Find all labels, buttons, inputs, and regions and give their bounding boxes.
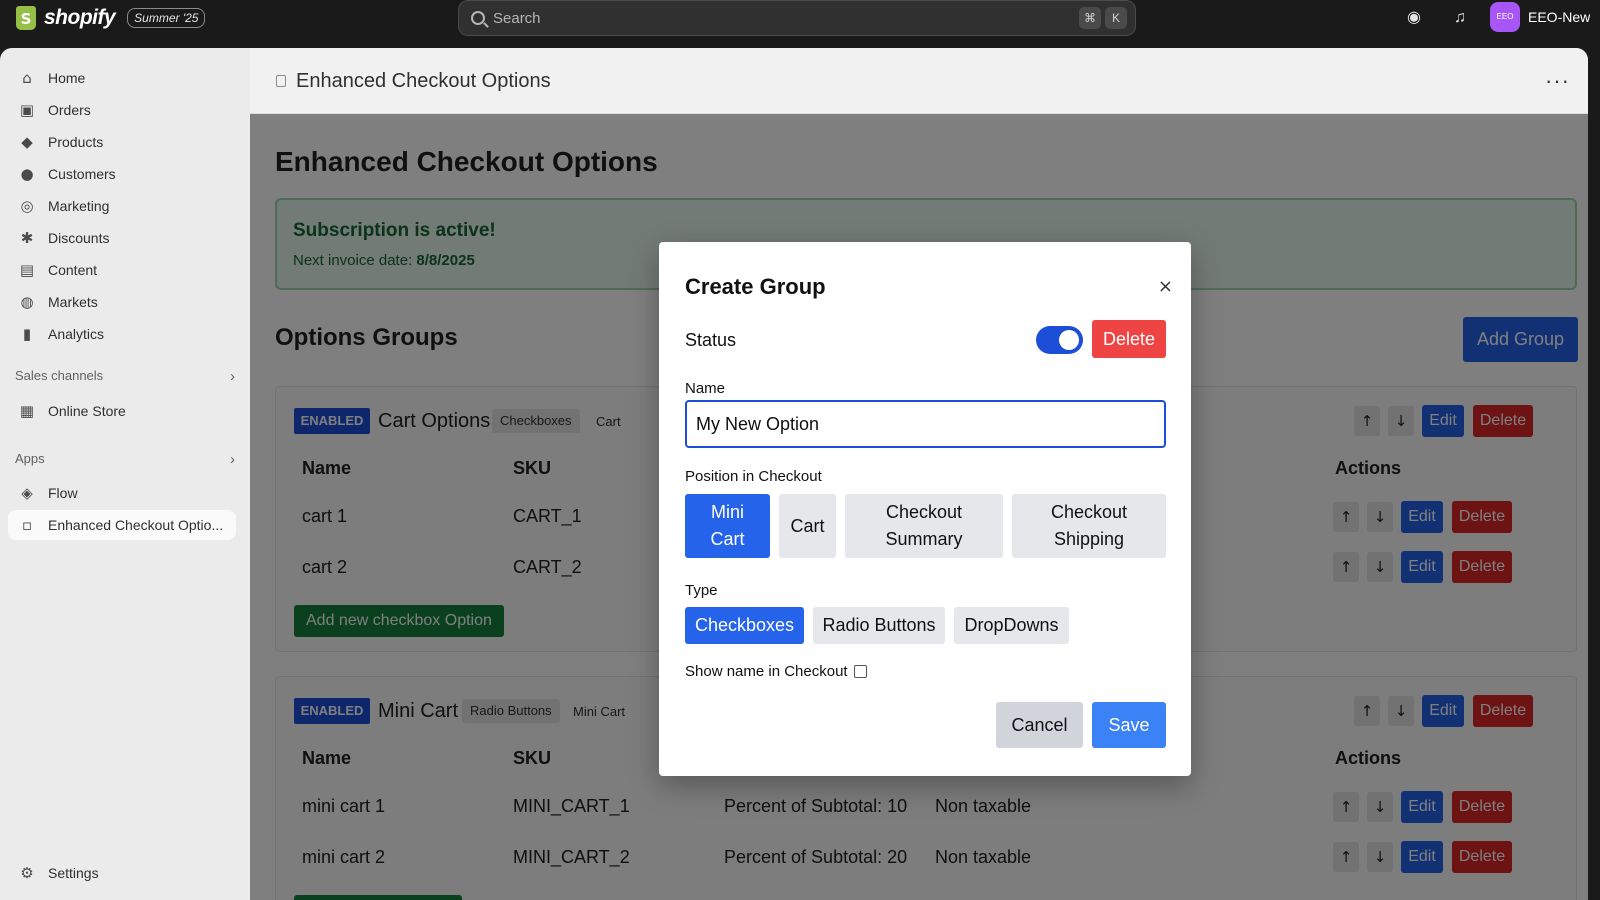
sidebar-item-customers[interactable]: ● Customers bbox=[8, 159, 236, 189]
chevron-right-icon: › bbox=[230, 368, 235, 385]
sidebar-item-home[interactable]: ⌂ Home bbox=[8, 63, 236, 93]
type-radio-buttons-button[interactable]: Radio Buttons bbox=[813, 607, 945, 644]
orders-icon: ▣ bbox=[19, 101, 35, 119]
sidebar-item-label: Customers bbox=[48, 166, 116, 182]
search-placeholder: Search bbox=[493, 9, 541, 27]
flow-icon: ◈ bbox=[21, 484, 33, 502]
sidebar-item-label: Enhanced Checkout Optio... bbox=[48, 517, 224, 533]
edition-badge[interactable]: Summer '25 bbox=[127, 8, 206, 28]
position-checkout-shipping-button[interactable]: Checkout Shipping bbox=[1012, 494, 1166, 558]
sidebar-item-label: Content bbox=[48, 262, 98, 278]
sidebar-item-label: Discounts bbox=[48, 230, 110, 246]
sidebar-item-label: Marketing bbox=[48, 198, 110, 214]
type-dropdowns-button[interactable]: DropDowns bbox=[954, 607, 1069, 644]
sidebar-item-label: Home bbox=[48, 70, 86, 86]
position-cart-button[interactable]: Cart bbox=[779, 494, 836, 558]
page-header-title: Enhanced Checkout Options bbox=[296, 70, 551, 92]
sidebar-item-label: Online Store bbox=[48, 403, 126, 419]
sidebar-item-enhanced-checkout[interactable]: ▫ Enhanced Checkout Optio... bbox=[8, 510, 236, 540]
app-page-header: Enhanced Checkout Options ··· bbox=[250, 48, 1588, 114]
sidebar-item-marketing[interactable]: ◎ Marketing bbox=[8, 191, 236, 221]
sidebar-item-online-store[interactable]: ▦ Online Store bbox=[8, 396, 236, 426]
more-actions-icon[interactable]: ··· bbox=[1545, 68, 1570, 94]
sales-channels-section[interactable]: Sales channels › bbox=[15, 368, 235, 385]
search-icon bbox=[471, 11, 485, 25]
close-icon[interactable]: × bbox=[1158, 276, 1173, 297]
sidebar-item-label: Analytics bbox=[48, 326, 105, 342]
save-button[interactable]: Save bbox=[1092, 702, 1166, 748]
store-name: EEO-New bbox=[1528, 9, 1591, 25]
command-key-icon: ⌘ bbox=[1079, 7, 1101, 29]
section-label: Apps bbox=[15, 451, 45, 466]
show-name-label: Show name in Checkout bbox=[685, 663, 848, 680]
position-line: Checkout Shipping bbox=[1050, 502, 1128, 549]
sidebar-item-label: Markets bbox=[48, 294, 98, 310]
name-label: Name bbox=[685, 380, 726, 397]
search-bar[interactable]: Search ⌘ K bbox=[458, 0, 1136, 36]
home-icon: ⌂ bbox=[22, 69, 32, 87]
app-icon bbox=[276, 75, 286, 87]
globe-icon: ◍ bbox=[20, 293, 34, 311]
modal-delete-button[interactable]: Delete bbox=[1092, 320, 1166, 358]
modal-title: Create Group bbox=[685, 274, 826, 299]
position-checkout-summary-button[interactable]: Checkout Summary bbox=[845, 494, 1003, 558]
content-icon: ▤ bbox=[19, 261, 35, 279]
sidebar: ⌂ Home ▣ Orders ◆ Products ● Customers ◎… bbox=[0, 48, 250, 900]
app-icon: ▫ bbox=[21, 516, 33, 534]
cancel-button[interactable]: Cancel bbox=[996, 702, 1083, 748]
create-group-modal: Create Group × Status Delete Name Positi… bbox=[659, 242, 1191, 776]
sidebar-item-label: Settings bbox=[48, 865, 99, 881]
position-label: Position in Checkout bbox=[685, 468, 822, 485]
sidebar-item-label: Products bbox=[48, 134, 104, 150]
shopify-logo[interactable]: S shopify Summer '25 bbox=[16, 6, 206, 30]
sidebar-item-discounts[interactable]: ✱ Discounts bbox=[8, 223, 236, 253]
name-input[interactable] bbox=[685, 400, 1166, 448]
avatar: EEO bbox=[1490, 2, 1520, 32]
top-bar: S shopify Summer '25 Search ⌘ K ◉ ♫ EEO … bbox=[0, 0, 1600, 48]
user-menu[interactable]: EEO EEO-New bbox=[1490, 2, 1590, 32]
shopify-bag-icon: S bbox=[16, 6, 36, 30]
sidekick-icon[interactable]: ◉ bbox=[1404, 8, 1424, 28]
chevron-right-icon: › bbox=[230, 451, 235, 468]
sidebar-item-flow[interactable]: ◈ Flow bbox=[8, 478, 236, 508]
position-mini-cart-button[interactable]: Mini Cart bbox=[685, 494, 770, 558]
type-label: Type bbox=[685, 582, 718, 599]
discount-icon: ✱ bbox=[20, 229, 34, 247]
type-checkboxes-button[interactable]: Checkboxes bbox=[685, 607, 804, 644]
sidebar-item-analytics[interactable]: ▮ Analytics bbox=[8, 319, 236, 349]
position-line: Mini Cart bbox=[710, 502, 745, 549]
tag-icon: ◆ bbox=[21, 133, 33, 151]
gear-icon: ⚙ bbox=[20, 864, 34, 882]
status-label: Status bbox=[685, 330, 737, 350]
shopify-wordmark: shopify bbox=[44, 6, 116, 29]
sidebar-item-content[interactable]: ▤ Content bbox=[8, 255, 236, 285]
store-icon: ▦ bbox=[19, 402, 35, 420]
sidebar-item-label: Flow bbox=[48, 485, 78, 501]
sidebar-item-products[interactable]: ◆ Products bbox=[8, 127, 236, 157]
sidebar-item-markets[interactable]: ◍ Markets bbox=[8, 287, 236, 317]
person-icon: ● bbox=[20, 165, 34, 183]
sidebar-item-settings[interactable]: ⚙ Settings bbox=[8, 858, 236, 888]
show-name-checkbox[interactable] bbox=[854, 665, 867, 678]
section-label: Sales channels bbox=[15, 368, 104, 383]
target-icon: ◎ bbox=[20, 197, 34, 215]
apps-section[interactable]: Apps › bbox=[15, 451, 235, 468]
bar-chart-icon: ▮ bbox=[22, 325, 32, 343]
status-toggle[interactable] bbox=[1036, 326, 1083, 354]
sidebar-item-orders[interactable]: ▣ Orders bbox=[8, 95, 236, 125]
position-line: Cart bbox=[790, 515, 825, 536]
sidebar-item-label: Orders bbox=[48, 102, 91, 118]
position-line: Checkout Summary bbox=[885, 502, 963, 549]
k-key: K bbox=[1105, 7, 1127, 29]
bell-icon[interactable]: ♫ bbox=[1450, 8, 1470, 28]
